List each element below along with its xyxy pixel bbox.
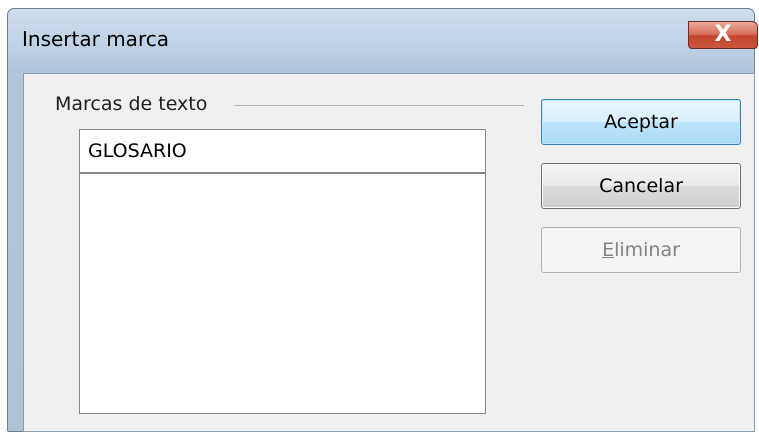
delete-button-label: Eliminar bbox=[602, 239, 680, 261]
bookmark-name-input[interactable] bbox=[79, 129, 486, 173]
close-button[interactable]: X bbox=[688, 21, 758, 49]
bookmarks-group-label: Marcas de texto bbox=[55, 93, 218, 115]
delete-mnemonic: E bbox=[602, 239, 615, 261]
dialog-client-area: Marcas de texto Aceptar Cancelar Elimina… bbox=[23, 73, 755, 432]
delete-button[interactable]: Eliminar bbox=[541, 227, 741, 273]
close-icon: X bbox=[714, 22, 732, 47]
dialog-window: Insertar marca X Marcas de texto Aceptar… bbox=[7, 8, 758, 432]
accept-button-label: Aceptar bbox=[604, 111, 678, 133]
accept-button[interactable]: Aceptar bbox=[541, 99, 741, 145]
group-separator bbox=[234, 105, 524, 106]
window-title: Insertar marca bbox=[22, 27, 169, 51]
cancel-button[interactable]: Cancelar bbox=[541, 163, 741, 209]
delete-label-rest: liminar bbox=[614, 239, 680, 261]
cancel-button-label: Cancelar bbox=[599, 175, 683, 197]
bookmark-list[interactable] bbox=[79, 173, 486, 414]
